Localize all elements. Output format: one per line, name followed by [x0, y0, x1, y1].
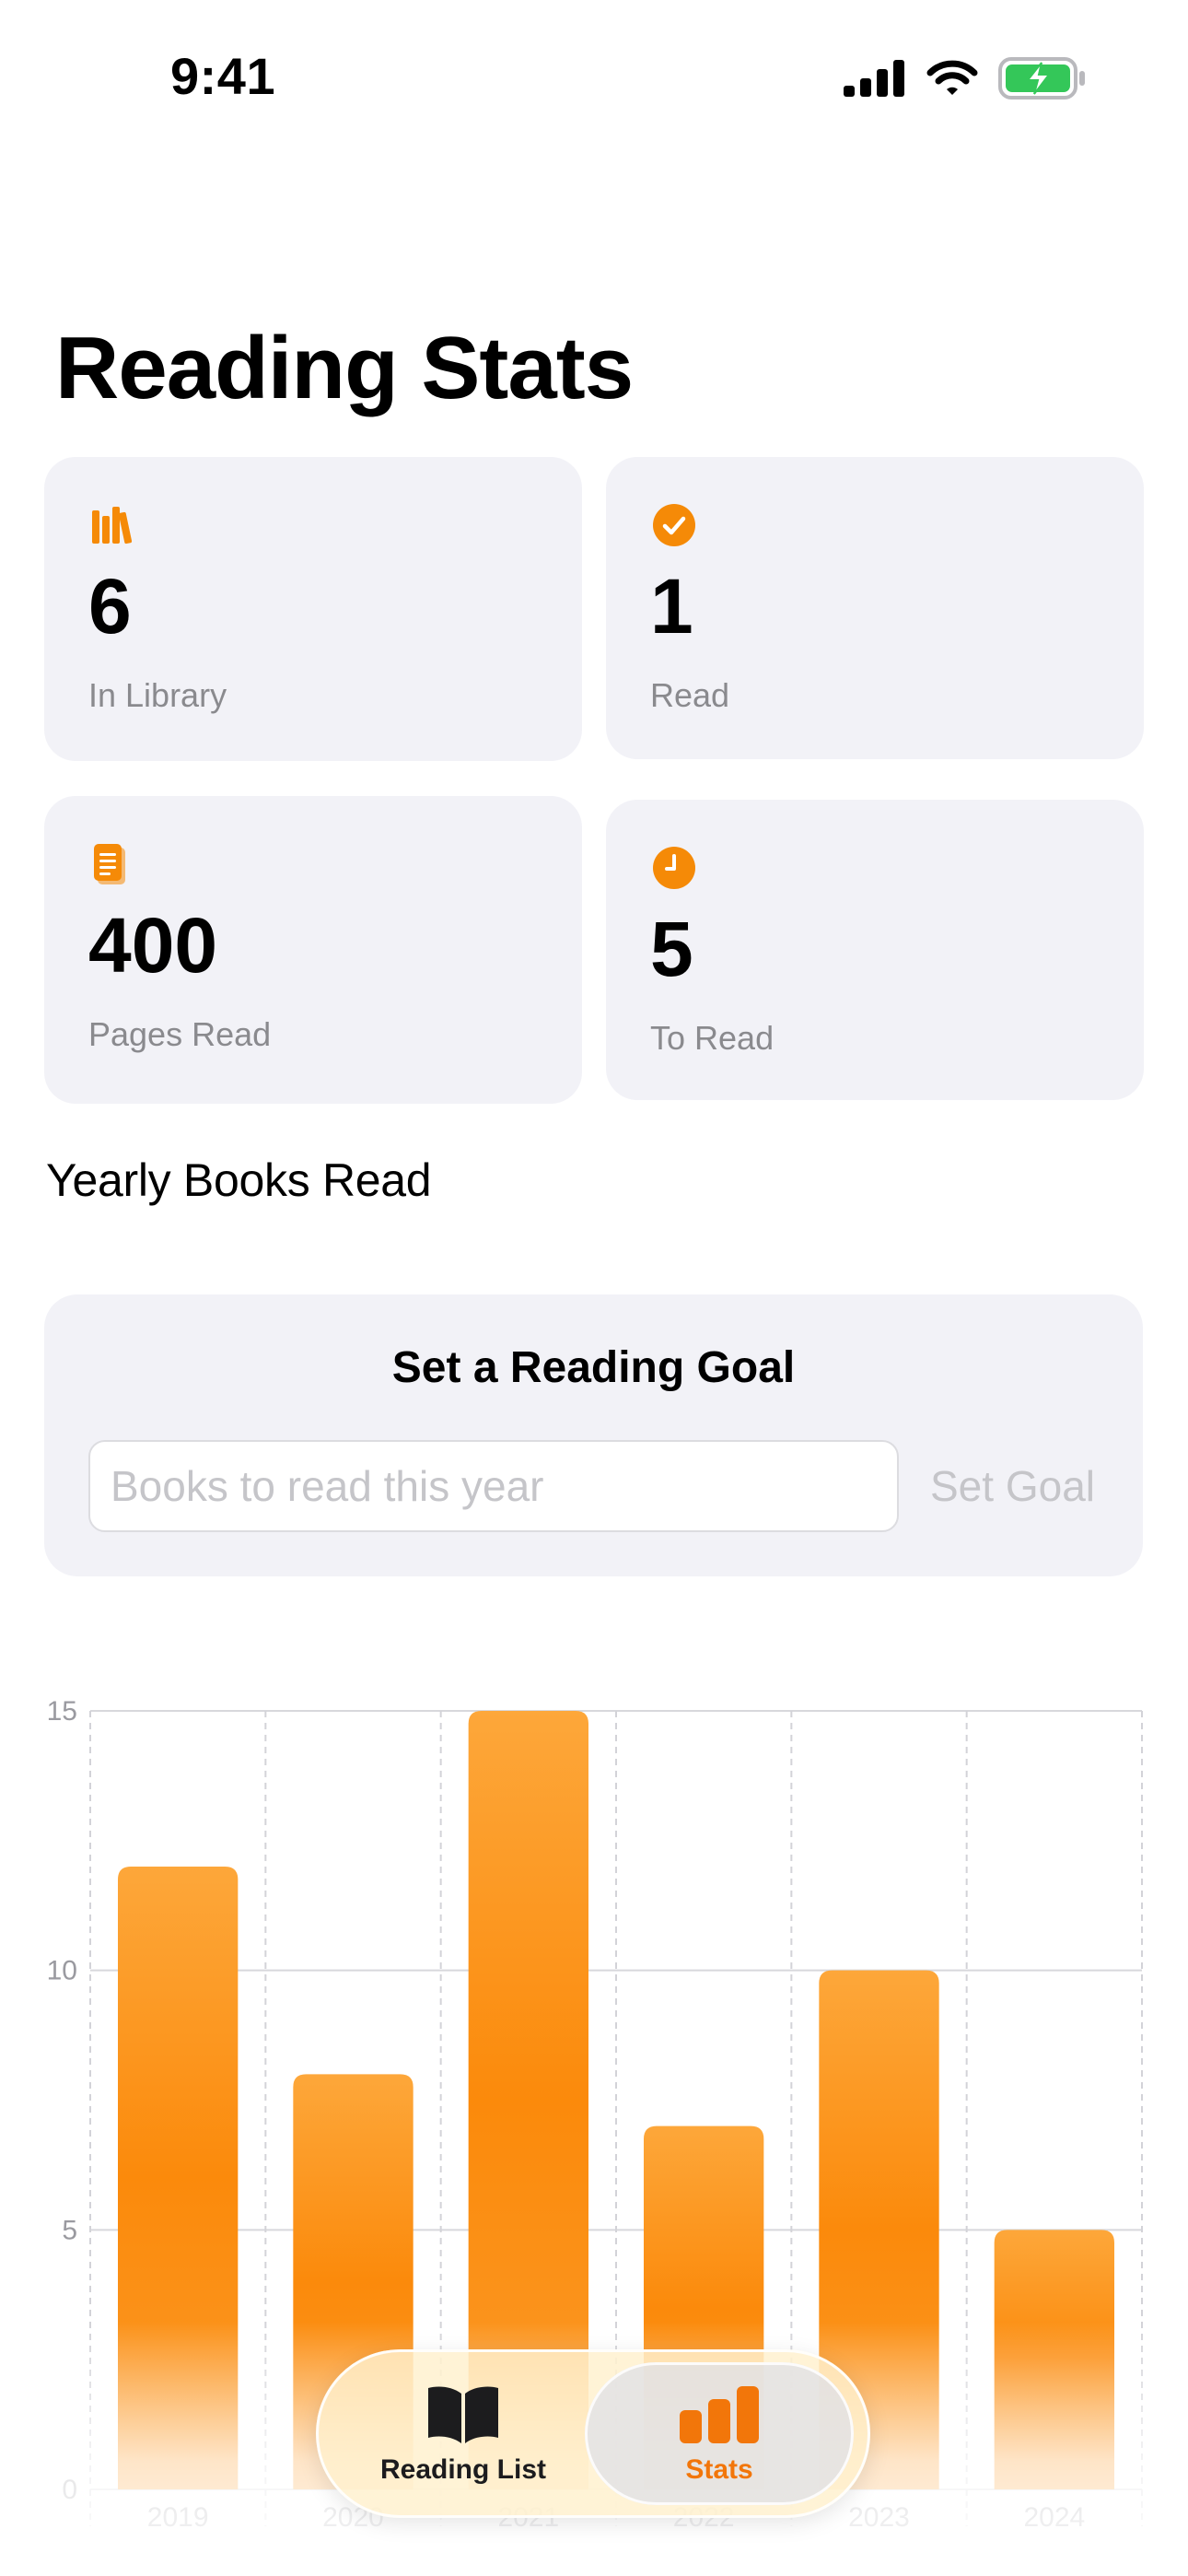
stat-value: 1: [650, 563, 693, 650]
stat-card-to-read[interactable]: 5 To Read: [606, 800, 1144, 1100]
tab-stats[interactable]: Stats: [585, 2362, 854, 2505]
stat-value: 400: [88, 902, 218, 989]
checkmark-circle-icon: [653, 504, 695, 546]
goal-title: Set a Reading Goal: [391, 1343, 796, 1392]
y-tick-label: 5: [62, 2215, 77, 2245]
status-time: 9:41: [170, 47, 276, 105]
document-icon: [94, 844, 125, 884]
y-tick-label: 10: [47, 1956, 77, 1986]
x-tick-label: 2023: [848, 2502, 910, 2533]
stat-label: Pages Read: [88, 1015, 272, 1053]
books-icon: [92, 507, 133, 544]
stat-value: 5: [650, 906, 693, 992]
book-open-icon: [428, 2386, 498, 2443]
stat-label: Read: [650, 676, 730, 714]
page-title: Reading Stats: [55, 319, 634, 417]
tab-bar: Reading List Stats: [316, 2349, 870, 2518]
y-tick-label: 0: [62, 2475, 77, 2505]
cellular-signal-icon: [844, 60, 904, 97]
stat-label: To Read: [650, 1019, 775, 1057]
tab-label: Reading List: [379, 2454, 546, 2485]
stat-card-pages-read[interactable]: 400 Pages Read: [44, 796, 582, 1104]
stat-label: In Library: [88, 676, 227, 714]
status-icons: [844, 57, 1087, 100]
set-goal-button[interactable]: Set Goal: [921, 1440, 1104, 1532]
tab-label: Stats: [685, 2454, 753, 2485]
stat-value: 6: [88, 563, 132, 650]
bar-2019: [118, 1867, 239, 2489]
wifi-icon: [926, 60, 978, 95]
x-tick-label: 2019: [147, 2502, 209, 2533]
x-tick-label: 2024: [1023, 2502, 1085, 2533]
battery-charging-icon: [998, 57, 1085, 100]
clock-icon: [653, 847, 695, 889]
reading-goal-panel: Set a Reading Goal Set Goal: [44, 1294, 1143, 1576]
stat-card-in-library[interactable]: 6 In Library: [44, 457, 582, 761]
bar-chart-icon: [680, 2386, 759, 2443]
goal-books-input[interactable]: [88, 1440, 899, 1532]
bar-2024: [994, 2230, 1114, 2489]
y-tick-label: 15: [47, 1696, 77, 1727]
section-title: Yearly Books Read: [46, 1154, 432, 1206]
stat-card-read[interactable]: 1 Read: [606, 457, 1144, 759]
tab-reading-list[interactable]: Reading List: [334, 2362, 592, 2505]
